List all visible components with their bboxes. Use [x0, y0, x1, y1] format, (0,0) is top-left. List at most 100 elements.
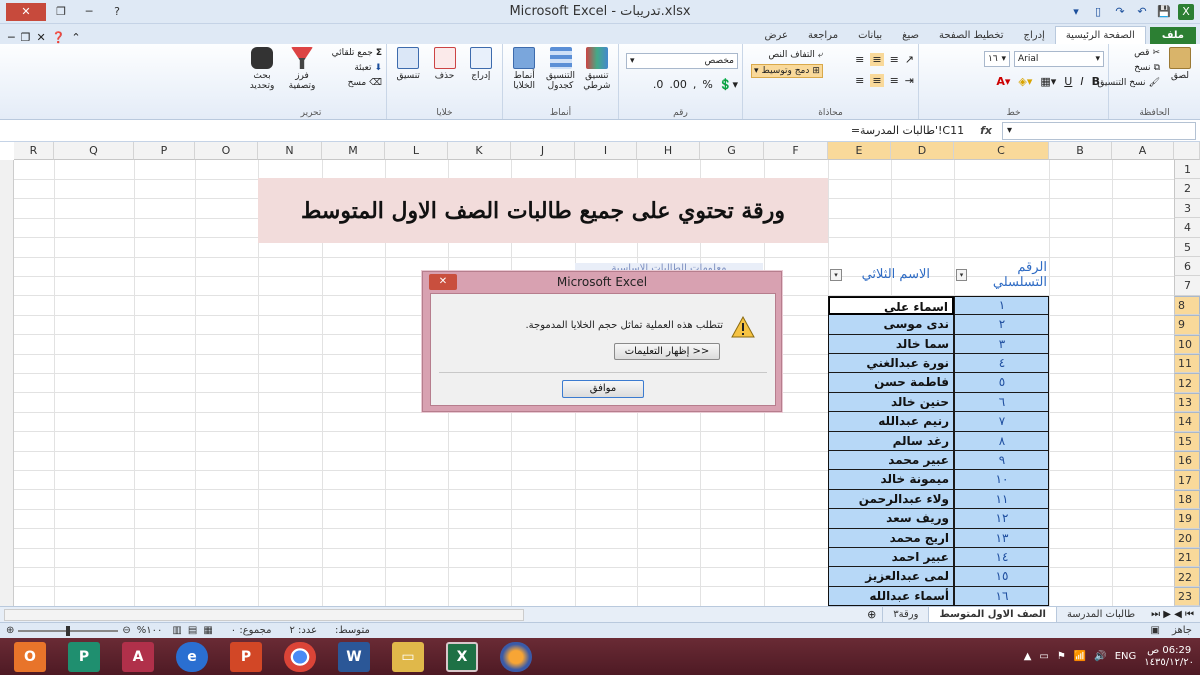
tab-formulas[interactable]: صيغ	[892, 27, 929, 44]
student-name-cell[interactable]: حنين خالد	[828, 392, 954, 412]
sort-filter-button[interactable]: فرز وتصفية	[284, 47, 320, 91]
column-header-M[interactable]: M	[322, 142, 385, 160]
row-header[interactable]: 11	[1174, 354, 1200, 374]
row-header[interactable]: 13	[1174, 392, 1200, 413]
redo-icon[interactable]: ↷	[1112, 4, 1128, 20]
dialog-close-button[interactable]: ✕	[429, 274, 457, 290]
help-icon[interactable]: ?	[104, 3, 130, 21]
internet-explorer-icon[interactable]: e	[176, 641, 208, 672]
align-bottom-icon[interactable]: ≡	[890, 53, 899, 66]
new-file-icon[interactable]: ▯	[1090, 4, 1106, 20]
column-header-G[interactable]: G	[700, 142, 764, 160]
student-number-cell[interactable]: ٦	[954, 392, 1049, 412]
align-left-icon[interactable]: ≡	[855, 74, 864, 87]
number-format-select[interactable]: مخصص ▾	[626, 53, 738, 69]
column-header-E[interactable]: E	[828, 142, 891, 160]
row-header[interactable]: 19	[1174, 509, 1200, 529]
bold-icon[interactable]: B	[1092, 75, 1100, 88]
column-header-F[interactable]: F	[764, 142, 828, 160]
minimize-workbook-icon[interactable]: ─	[8, 31, 15, 44]
student-name-cell[interactable]: نورة عبدالغني	[828, 354, 954, 373]
filter-dropdown-icon[interactable]: ▾	[956, 268, 968, 281]
vertical-scrollbar[interactable]	[0, 160, 14, 606]
close-window-button[interactable]: ✕	[6, 2, 46, 21]
save-icon[interactable]: 💾	[1156, 4, 1172, 20]
row-header[interactable]: 14	[1174, 412, 1200, 432]
row-header[interactable]: 3	[1174, 198, 1200, 219]
row-header[interactable]: 7	[1174, 276, 1200, 296]
font-color-icon[interactable]: A▾	[996, 75, 1010, 88]
student-number-cell[interactable]: ٣	[954, 334, 1049, 354]
student-number-cell[interactable]: ٧	[954, 412, 1049, 432]
select-all-corner[interactable]	[1174, 142, 1200, 160]
comma-style-icon[interactable]: ,	[693, 78, 697, 91]
merge-center-button[interactable]: ⊞ دمج وتوسيط ▾	[751, 64, 823, 78]
orientation-icon[interactable]: ↗	[905, 53, 914, 66]
show-help-button[interactable]: إظهار التعليمات >>	[614, 343, 720, 360]
column-header-H[interactable]: H	[637, 142, 700, 160]
file-explorer-icon[interactable]: ▭	[392, 641, 424, 672]
paste-button[interactable]: لصق	[1162, 47, 1198, 81]
cell-styles-button[interactable]: أنماط الخلايا	[507, 47, 541, 105]
student-name-cell[interactable]: ولاء عبدالرحمن	[828, 489, 954, 509]
student-number-cell[interactable]: ٥	[954, 373, 1049, 393]
tab-view[interactable]: عرض	[754, 27, 798, 44]
access-icon[interactable]: A	[122, 641, 154, 672]
page-layout-view-icon[interactable]: ▤	[188, 625, 197, 636]
close-workbook-icon[interactable]: ✕	[37, 31, 46, 44]
row-header[interactable]: 1	[1174, 160, 1200, 180]
row-header[interactable]: 17	[1174, 470, 1200, 490]
insert-cells-button[interactable]: إدراج	[464, 47, 498, 105]
student-name-cell[interactable]: ندى موسى	[828, 315, 954, 335]
column-header-A[interactable]: A	[1112, 142, 1174, 160]
student-name-cell[interactable]: رغد سالم	[828, 431, 954, 451]
restore-workbook-icon[interactable]: ❐	[21, 31, 31, 44]
row-header[interactable]: 6	[1174, 257, 1200, 277]
student-name-cell[interactable]: عبير احمد	[828, 548, 954, 567]
column-header-K[interactable]: K	[448, 142, 511, 160]
sheet-tab-first-grade[interactable]: الصف الاول المتوسط	[928, 606, 1056, 623]
horizontal-scrollbar[interactable]	[4, 608, 524, 621]
tab-insert[interactable]: إدراج	[1014, 27, 1055, 44]
student-number-cell[interactable]: ١	[954, 295, 1049, 315]
tray-battery-icon[interactable]: ▭	[1039, 651, 1048, 662]
row-header[interactable]: 2	[1174, 179, 1200, 199]
decrease-decimal-icon[interactable]: .0	[653, 78, 664, 91]
align-center-icon[interactable]: ≡	[870, 74, 884, 87]
row-header[interactable]: 10	[1174, 334, 1200, 354]
autosum-button[interactable]: Σ جمع تلقائي	[332, 48, 382, 58]
tab-page-layout[interactable]: تخطيط الصفحة	[929, 27, 1014, 44]
ok-button[interactable]: موافق	[562, 380, 644, 398]
customize-qat-icon[interactable]: ▾	[1068, 4, 1084, 20]
macro-record-icon[interactable]: ▣	[1151, 625, 1160, 636]
student-name-cell[interactable]: عبير محمد	[828, 451, 954, 470]
restore-button[interactable]: ❐	[48, 3, 74, 21]
find-select-button[interactable]: بحث وتحديد	[244, 47, 280, 91]
student-name-cell[interactable]: فاطمة حسن	[828, 373, 954, 393]
column-header-O[interactable]: O	[195, 142, 258, 160]
minimize-button[interactable]: ─	[76, 3, 102, 21]
row-header[interactable]: 15	[1174, 431, 1200, 451]
wrap-text-button[interactable]: ⤶ التفاف النص	[751, 50, 822, 60]
powerpoint-icon[interactable]: P	[230, 641, 262, 672]
align-top-icon[interactable]: ≡	[855, 53, 864, 66]
font-size-select[interactable]: ١٦ ▾	[984, 51, 1010, 67]
filter-dropdown-icon[interactable]: ▾	[830, 268, 842, 281]
font-name-select[interactable]: Arial ▾	[1014, 51, 1104, 67]
publisher-icon[interactable]: P	[68, 641, 100, 672]
undo-icon[interactable]: ↶	[1134, 4, 1150, 20]
language-indicator[interactable]: ENG	[1115, 651, 1137, 662]
student-number-cell[interactable]: ١٣	[954, 528, 1049, 548]
delete-cells-button[interactable]: حذف	[427, 47, 461, 105]
student-name-cell[interactable]: اريج محمد	[828, 528, 954, 548]
student-name-cell[interactable]: لمى عبدالعزيز	[828, 567, 954, 587]
tab-data[interactable]: بيانات	[848, 27, 892, 44]
sheet-tab-sheet3[interactable]: ورقة٣	[882, 606, 928, 623]
fill-button[interactable]: ⬇ تعبئة	[332, 63, 382, 73]
column-header-R[interactable]: R	[14, 142, 54, 160]
taskbar-clock[interactable]: 06:29 ص ١٤٣٥/١٢/٢٠	[1144, 645, 1194, 669]
row-header[interactable]: 18	[1174, 489, 1200, 510]
student-number-cell[interactable]: ١١	[954, 489, 1049, 509]
word-icon[interactable]: W	[338, 641, 370, 672]
page-break-view-icon[interactable]: ▥	[172, 625, 181, 636]
